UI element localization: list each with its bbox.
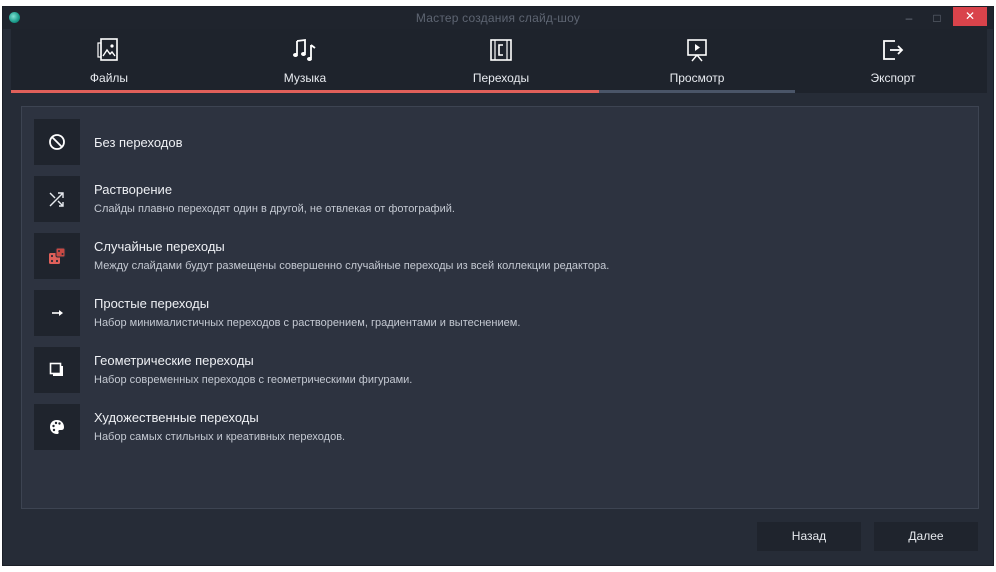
presentation-play-icon — [687, 39, 707, 62]
tab-files-progress — [11, 90, 207, 93]
back-button[interactable]: Назад — [757, 522, 861, 551]
tab-preview-label: Просмотр — [669, 71, 725, 85]
maximize-button[interactable]: □ — [923, 7, 951, 29]
export-arrow-icon — [883, 40, 904, 60]
tab-transitions-progress — [403, 90, 599, 93]
palette-icon — [50, 420, 64, 434]
transition-title: Простые переходы — [94, 296, 210, 311]
tab-preview[interactable]: Просмотр — [599, 29, 795, 93]
app-window: Мастер создания слайд-шоу – □ ✕ Файлы Му… — [2, 6, 994, 566]
tab-music-label: Музыка — [283, 71, 327, 85]
window-title: Мастер создания слайд-шоу — [415, 11, 581, 25]
tab-transitions[interactable]: Переходы — [403, 29, 599, 93]
tab-files[interactable]: Файлы — [11, 29, 207, 93]
transition-description: Набор самых стильных и креативных перехо… — [94, 431, 346, 443]
transition-title: Растворение — [94, 182, 173, 197]
tab-music[interactable]: Музыка — [207, 29, 403, 93]
next-button[interactable]: Далее — [874, 522, 978, 551]
transition-icon-box — [34, 119, 80, 165]
photo-file-icon — [97, 38, 118, 61]
transition-icon-box — [34, 233, 80, 279]
transition-icon-box — [34, 290, 80, 336]
transition-option-none[interactable]: Без переходов — [34, 119, 964, 165]
stacked-squares-icon — [49, 362, 63, 376]
tab-files-label: Файлы — [89, 71, 129, 85]
transition-title: Случайные переходы — [94, 239, 225, 254]
transition-title: Художественные переходы — [94, 410, 259, 425]
transition-description: Набор современных переходов с геометриче… — [94, 374, 413, 386]
dice-icon — [49, 247, 66, 264]
music-notes-icon — [293, 38, 316, 61]
minimize-button[interactable]: – — [895, 7, 923, 29]
transition-option-dissolve[interactable]: Растворение Слайды плавно переходят один… — [34, 176, 964, 222]
film-transition-icon — [490, 39, 512, 61]
transition-description: Слайды плавно переходят один в другой, н… — [94, 203, 455, 215]
transition-description: Между слайдами будут размещены совершенн… — [94, 260, 610, 272]
title-bar: Мастер создания слайд-шоу – □ ✕ — [3, 7, 993, 29]
transition-title: Геометрические переходы — [94, 353, 254, 368]
transition-option-random[interactable]: Случайные переходы Между слайдами будут … — [34, 233, 964, 279]
wizard-steps: Файлы Музыка Переходы Просмотр Экспорт — [11, 29, 987, 93]
transition-option-geometric[interactable]: Геометрические переходы Набор современны… — [34, 347, 964, 393]
transition-icon-box — [34, 347, 80, 393]
transitions-list: Без переходов Растворение Слайды плавно … — [21, 106, 979, 509]
close-button[interactable]: ✕ — [953, 7, 987, 26]
transition-option-simple[interactable]: Простые переходы Набор минималистичных п… — [34, 290, 964, 336]
transition-description: Набор минималистичных переходов с раство… — [94, 317, 521, 329]
transition-icon-box — [34, 176, 80, 222]
tab-export-label: Экспорт — [870, 71, 916, 85]
transition-icon-box — [34, 404, 80, 450]
tab-export[interactable]: Экспорт — [795, 29, 991, 93]
arrow-right-icon — [52, 310, 63, 316]
transition-title: Без переходов — [94, 135, 183, 150]
shuffle-icon — [49, 192, 64, 207]
tab-music-progress — [207, 90, 403, 93]
tab-transitions-label: Переходы — [472, 71, 530, 85]
transition-option-artistic[interactable]: Художественные переходы Набор самых стил… — [34, 404, 964, 450]
no-entry-icon — [49, 134, 65, 150]
tab-preview-progress — [599, 90, 795, 93]
